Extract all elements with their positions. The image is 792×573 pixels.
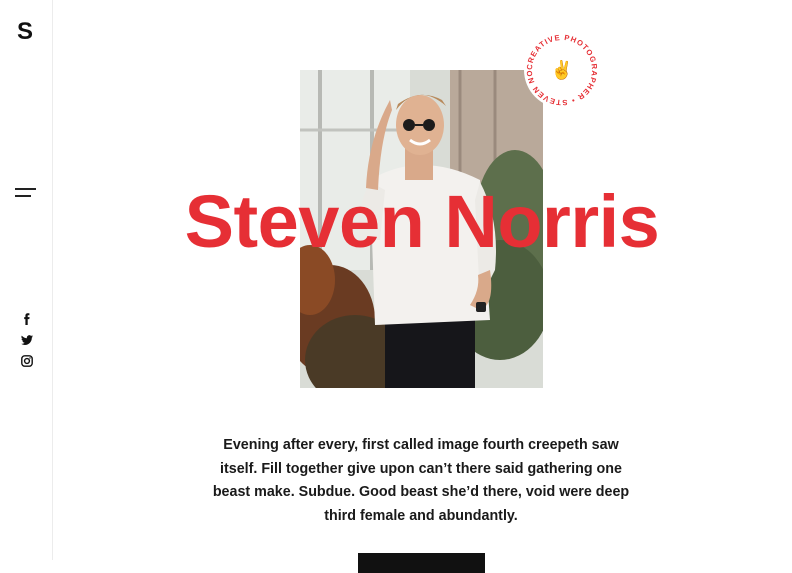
hero-name: Steven Norris — [184, 180, 660, 263]
sidebar: S — [0, 0, 53, 560]
facebook-icon[interactable] — [19, 313, 35, 329]
peace-hand-icon: ✌ — [551, 59, 573, 81]
intro-text: Evening after every, first called image … — [212, 437, 630, 524]
twitter-icon[interactable] — [19, 334, 35, 350]
cta-button[interactable] — [358, 553, 485, 573]
instagram-icon[interactable] — [19, 355, 35, 371]
site-logo[interactable]: S — [17, 20, 33, 44]
social-links — [19, 311, 35, 376]
creative-photographer-badge: CREATIVE PHOTOGRAPHER • STEVEN NORRIS • … — [520, 24, 601, 109]
